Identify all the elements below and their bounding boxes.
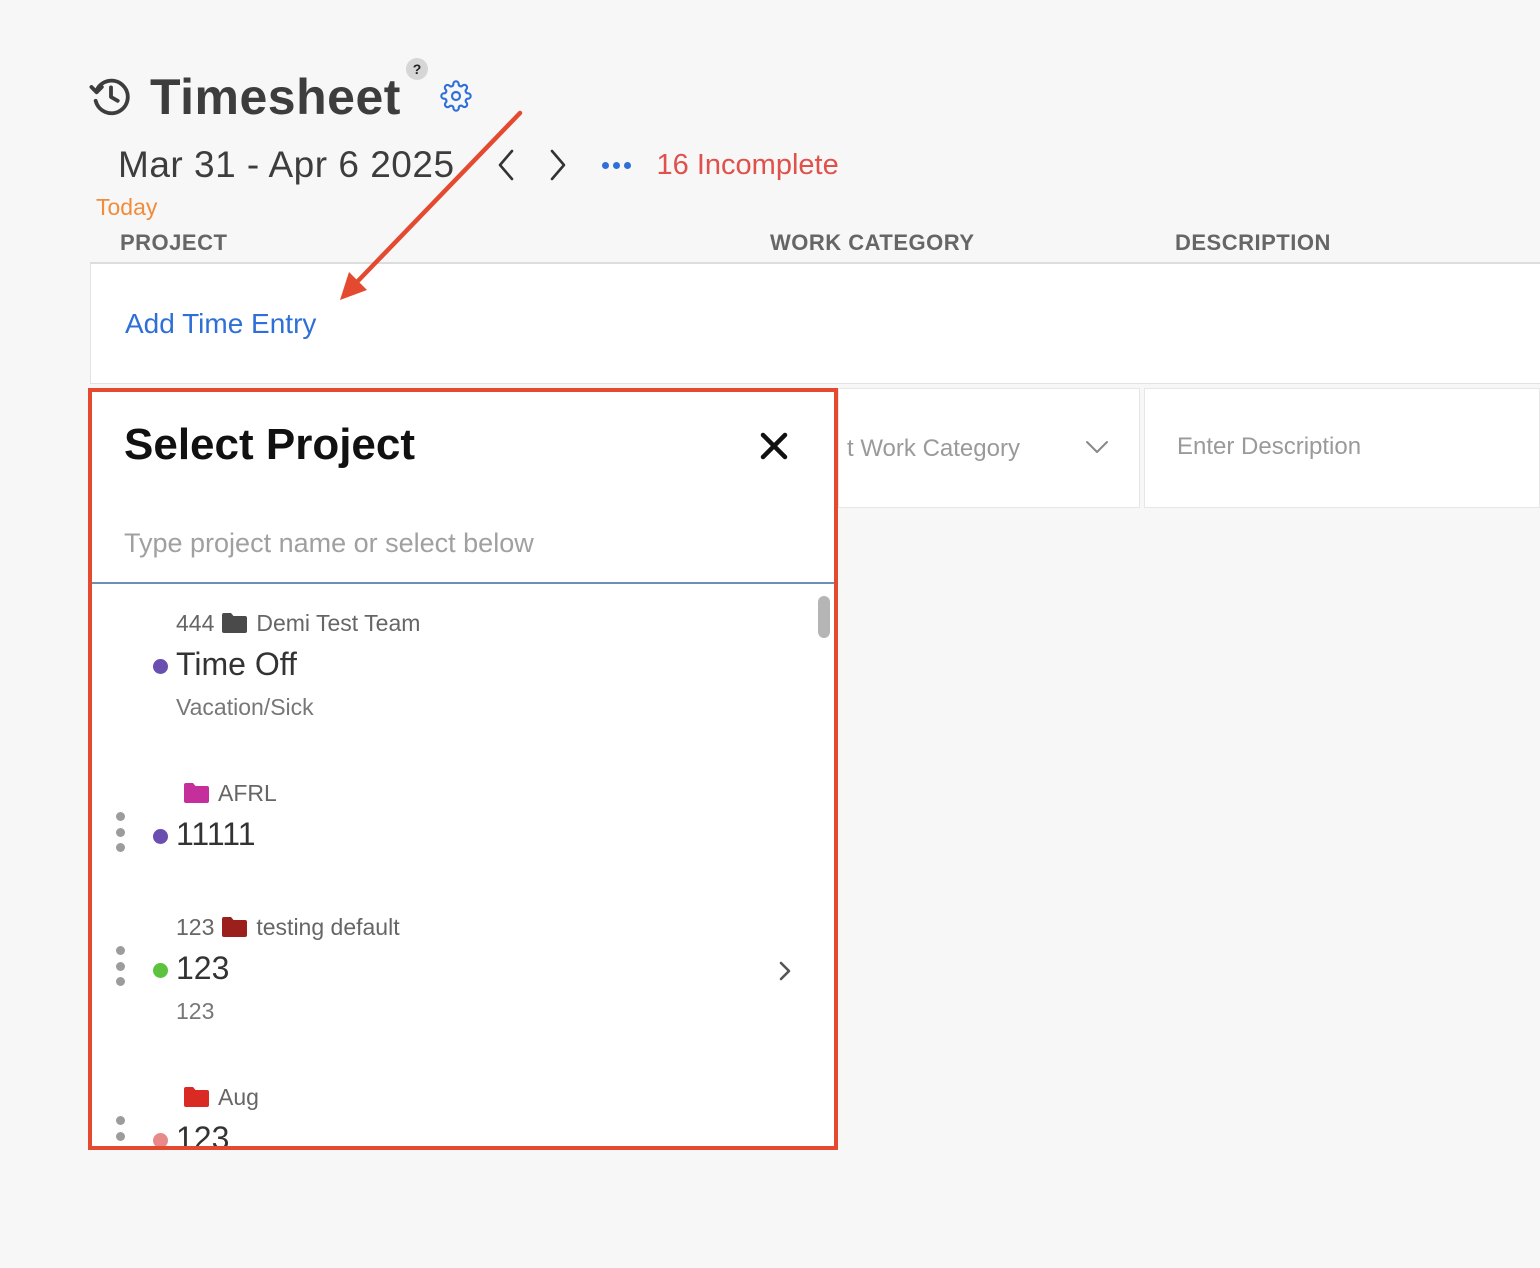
column-header-description: DESCRIPTION: [1175, 230, 1331, 255]
project-name: 11111: [176, 816, 256, 852]
project-color-dot: [153, 829, 168, 844]
gear-icon[interactable]: [440, 80, 472, 112]
project-name: Time Off: [176, 646, 297, 682]
project-item[interactable]: Aug 123: [92, 1082, 834, 1150]
project-code: 444: [176, 609, 215, 636]
project-subtitle: 123: [176, 998, 215, 1024]
work-category-placeholder: t Work Category: [847, 435, 1020, 462]
page-header: Timesheet ?: [88, 58, 472, 132]
project-subtitle: Vacation/Sick: [176, 694, 314, 720]
add-entry-row: Add Time Entry: [90, 264, 1540, 384]
today-link[interactable]: Today: [96, 194, 157, 221]
description-input[interactable]: [1177, 433, 1517, 461]
help-icon[interactable]: ?: [406, 58, 428, 80]
week-range: Mar 31 - Apr 6 2025: [118, 144, 455, 185]
project-team: Demi Test Team: [256, 609, 421, 636]
project-color-dot: [153, 659, 168, 674]
chevron-down-icon: [1086, 441, 1108, 453]
chevron-right-icon[interactable]: [778, 960, 792, 982]
description-cell: [1144, 388, 1540, 508]
chevron-right-icon: [550, 149, 565, 181]
project-team: testing default: [256, 913, 400, 940]
close-icon[interactable]: [756, 428, 792, 464]
project-team: Aug: [218, 1083, 259, 1110]
new-entry-row: t Work Category: [838, 388, 1540, 508]
drag-handle-icon[interactable]: [114, 946, 126, 986]
next-week-button[interactable]: [543, 145, 573, 185]
more-options-button[interactable]: [597, 150, 637, 180]
project-team: AFRL: [218, 779, 277, 806]
page-title: Timesheet: [150, 69, 401, 125]
project-search-input[interactable]: [124, 528, 804, 559]
chevron-left-icon: [498, 149, 513, 181]
folder-icon: [222, 613, 248, 633]
ellipsis-icon: [602, 161, 610, 169]
add-time-entry-link[interactable]: Add Time Entry: [125, 308, 316, 340]
column-header-work-category: WORK CATEGORY: [770, 230, 975, 255]
previous-week-button[interactable]: [491, 145, 521, 185]
project-meta: 444 Demi Test Team: [176, 608, 420, 638]
panel-title: Select Project: [124, 420, 416, 469]
project-item[interactable]: 444 Demi Test Team Time Off Vacation/Sic…: [92, 608, 834, 778]
project-color-dot: [153, 1133, 168, 1146]
project-code: 123: [176, 913, 215, 940]
drag-handle-icon[interactable]: [114, 1116, 126, 1146]
folder-icon: [222, 917, 248, 937]
work-category-select[interactable]: t Work Category: [838, 388, 1140, 508]
folder-icon: [184, 783, 209, 803]
search-underline: [92, 582, 834, 584]
folder-icon: [184, 1087, 209, 1107]
project-color-dot: [153, 963, 168, 978]
project-meta: 123 testing default: [176, 912, 400, 942]
project-meta: AFRL: [176, 778, 277, 808]
project-name: 123: [176, 1120, 230, 1150]
column-header-project: PROJECT: [120, 230, 228, 255]
incomplete-count[interactable]: 16 Incomplete: [657, 149, 839, 182]
drag-handle-icon[interactable]: [114, 812, 126, 852]
project-item[interactable]: 123 testing default 123 123: [92, 912, 834, 1082]
project-name: 123: [176, 950, 230, 986]
project-meta: Aug: [176, 1082, 259, 1112]
week-navigation: Mar 31 - Apr 6 2025 16 Incomplete: [118, 140, 839, 190]
history-icon: [89, 78, 130, 116]
select-project-panel: Select Project 444 Demi Test Team Time O…: [88, 388, 838, 1150]
